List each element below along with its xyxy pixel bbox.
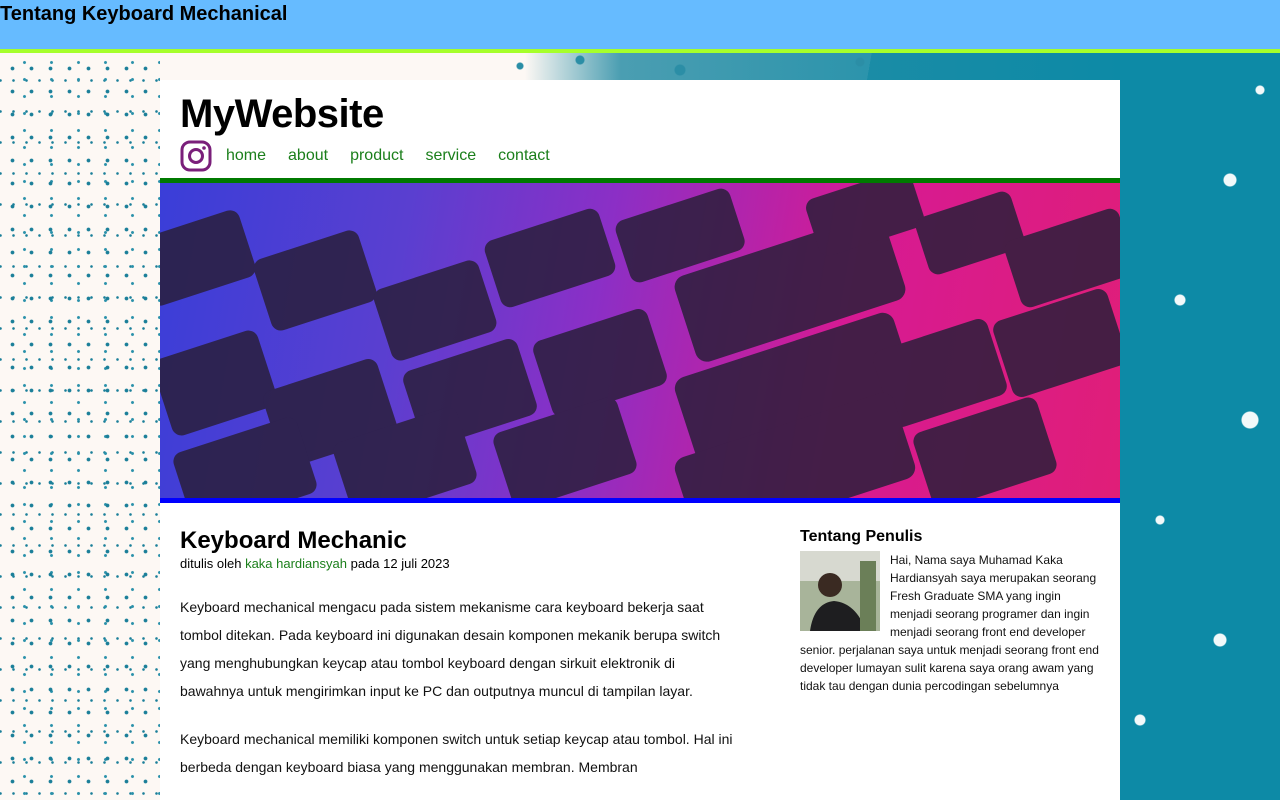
top-bar: Tentang Keyboard Mechanical xyxy=(0,0,1280,53)
sidebar-title: Tentang Penulis xyxy=(800,528,923,545)
author-profile: Hai, Nama saya Muhamad Kaka Hardiansyah … xyxy=(800,551,1100,695)
instagram-icon[interactable] xyxy=(180,140,212,172)
byline-prefix: ditulis oleh xyxy=(180,556,242,571)
top-bar-title: Tentang Keyboard Mechanical xyxy=(0,3,288,25)
site-title: MyWebsite xyxy=(180,92,384,136)
background-splatter-top xyxy=(160,52,1120,80)
main-container: MyWebsite home about product service con… xyxy=(160,80,1120,800)
nav-home[interactable]: home xyxy=(226,147,266,165)
byline-suffix: pada 12 juli 2023 xyxy=(350,556,450,571)
hero-keyboard-image xyxy=(160,178,1120,503)
author-sidebar: Tentang Penulis Hai, Nama saya Muhamad K… xyxy=(800,527,1100,781)
background-splatter-left xyxy=(0,52,160,800)
site-header: MyWebsite home about product service con… xyxy=(160,80,1120,178)
article-paragraph: Keyboard mechanical memiliki komponen sw… xyxy=(180,731,733,775)
avatar-illustration xyxy=(800,551,880,631)
nav-service[interactable]: service xyxy=(425,147,476,165)
nav-product[interactable]: product xyxy=(350,147,403,165)
author-avatar xyxy=(800,551,880,631)
content-area: Keyboard Mechanic ditulis oleh kaka hard… xyxy=(160,503,1120,781)
keyboard-illustration xyxy=(160,183,1120,498)
article: Keyboard Mechanic ditulis oleh kaka hard… xyxy=(180,527,740,781)
main-nav: home about product service contact xyxy=(180,140,1100,172)
author-link[interactable]: kaka hardiansyah xyxy=(245,556,347,571)
article-byline: ditulis oleh kaka hardiansyah pada 12 ju… xyxy=(180,556,740,571)
nav-contact[interactable]: contact xyxy=(498,147,550,165)
article-title: Keyboard Mechanic xyxy=(180,527,407,554)
article-paragraph: Keyboard mechanical mengacu pada sistem … xyxy=(180,599,721,699)
nav-about[interactable]: about xyxy=(288,147,328,165)
